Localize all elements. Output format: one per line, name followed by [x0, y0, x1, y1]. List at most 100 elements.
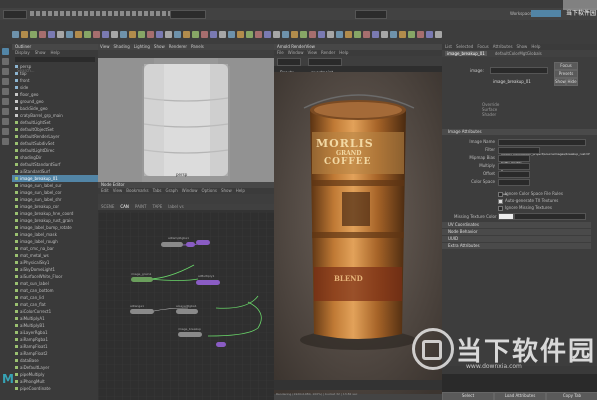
show-button[interactable]: Show [554, 78, 566, 86]
outliner-item[interactable]: mat_sun_label [12, 280, 98, 287]
outliner-item[interactable]: aiDefaultLayer [12, 364, 98, 371]
shelf-tool-icon[interactable] [435, 31, 442, 38]
outliner-item[interactable]: defaultLightSet [12, 119, 98, 126]
outliner-item[interactable]: image_label_rough [12, 238, 98, 245]
outliner-item[interactable]: defaultLightDirec [12, 147, 98, 154]
status-tool-icon[interactable] [60, 11, 64, 16]
outliner-menu-item[interactable]: Show [35, 50, 46, 55]
shelf-tool-icon[interactable] [48, 31, 55, 38]
attribute-field[interactable]: 0 [498, 155, 530, 172]
shelf-tool-icon[interactable] [291, 31, 298, 38]
node-image-breakup[interactable] [178, 332, 202, 337]
shelf-tool-icon[interactable] [309, 31, 316, 38]
outliner-item[interactable]: image_breakup_01 [12, 175, 98, 182]
viewport-menu-item[interactable]: View [100, 44, 110, 49]
zero-pad-field[interactable]: Zero Padge [355, 10, 387, 27]
node-editor-tab[interactable]: SCENE [101, 204, 114, 209]
outliner-item[interactable]: aiColorCorrect1 [12, 308, 98, 315]
node-editor-menu-item[interactable]: Edit [101, 188, 109, 193]
shelf-tool-icon[interactable] [21, 31, 28, 38]
outliner-item[interactable]: backSide_geo [12, 105, 98, 112]
attribute-field[interactable]: Raw [498, 179, 530, 196]
display-dropdown[interactable]: Beauty [277, 58, 301, 75]
attribute-field[interactable]: motion_introduction_project/sourceimages… [498, 139, 590, 156]
node-editor-tab[interactable]: label vs [168, 204, 183, 209]
outliner-menu-item[interactable]: Display [15, 50, 30, 55]
outliner-item[interactable]: image_label_bump_rotate [12, 224, 98, 231]
status-tool-icon[interactable] [84, 11, 88, 16]
viewport-canvas[interactable] [98, 58, 274, 182]
node-multiply[interactable] [196, 280, 220, 285]
shelf-tool-icon[interactable] [228, 31, 235, 38]
shelf-tool-icon[interactable] [102, 31, 109, 38]
outliner-item[interactable]: mat_can_flat [12, 301, 98, 308]
outliner-item[interactable]: persp [12, 63, 98, 70]
shelf-tool-icon[interactable] [165, 31, 172, 38]
shelf-tool-icon[interactable] [327, 31, 334, 38]
shelf-tool-icon[interactable] [183, 31, 190, 38]
viewport-menu-item[interactable]: Lighting [134, 44, 150, 49]
outliner-item[interactable]: pipeCoordinate [12, 385, 98, 392]
outliner-item[interactable]: image_sun_label_cor [12, 189, 98, 196]
shelf-tool-icon[interactable] [138, 31, 145, 38]
status-tool-icon[interactable] [36, 11, 40, 16]
attribute-editor-menu-item[interactable]: List [445, 44, 452, 49]
status-tool-icon[interactable] [144, 11, 148, 16]
viewport-panel[interactable]: ViewShadingLightingShowRendererPanels 19… [98, 44, 274, 182]
status-tool-icon[interactable] [90, 11, 94, 16]
collapsed-section[interactable]: Node Behavior [442, 229, 591, 235]
outliner-item[interactable]: image_breakup_rust_grain [12, 217, 98, 224]
bottom-button[interactable]: Copy Tab [546, 392, 597, 400]
shelf-tool-icon[interactable] [57, 31, 64, 38]
node-editor-tab[interactable]: CAN [120, 204, 129, 209]
attribute-editor-menu-item[interactable]: Help [531, 44, 540, 49]
node-editor-menu-item[interactable]: Window [182, 188, 198, 193]
outliner-item[interactable]: aiMultiplyB1 [12, 322, 98, 329]
outliner-item[interactable]: aiRampFloat2 [12, 350, 98, 357]
camera-dropdown[interactable]: sweetpoint [308, 58, 342, 75]
shelf-tool-icon[interactable] [336, 31, 343, 38]
image-attributes-section[interactable]: Image Attributes [442, 129, 597, 135]
status-tool-icon[interactable] [30, 11, 34, 16]
attribute-editor-menu-item[interactable]: Attributes [493, 44, 513, 49]
outliner-item[interactable]: side [12, 84, 98, 91]
shelf-tool-icon[interactable] [120, 31, 127, 38]
attribute-editor-menu-item[interactable]: Show [517, 44, 528, 49]
render-view-menu-item[interactable]: File [277, 50, 284, 55]
tool-icon[interactable] [2, 138, 9, 145]
shelf-tool-icon[interactable] [12, 31, 19, 38]
outliner-item[interactable]: aiPhongMult [12, 378, 98, 385]
outliner-item[interactable]: image_label_mask [12, 231, 98, 238]
node-editor-menu-item[interactable]: View [113, 188, 123, 193]
hide-button[interactable]: Hide [566, 78, 578, 86]
outliner-item[interactable]: dataBase [12, 357, 98, 364]
outliner-search-input[interactable]: Search... [15, 57, 95, 73]
status-tool-icon[interactable] [78, 11, 82, 16]
missing-color-slider[interactable] [514, 213, 586, 220]
collapsed-section[interactable]: Extra Attributes [442, 243, 591, 249]
node-editor-menu-item[interactable]: Help [236, 188, 245, 193]
tool-icon[interactable] [2, 58, 9, 65]
checkbox-row[interactable]: Ignore Color Space File Rules [498, 191, 588, 198]
presets-button[interactable]: Presets [554, 70, 578, 78]
shelf-tool-icon[interactable] [390, 31, 397, 38]
outliner-item[interactable]: mat_can_bottom [12, 287, 98, 294]
shelf-tool-icon[interactable] [273, 31, 280, 38]
focus-button[interactable]: Focus [554, 62, 578, 70]
shelf-tool-icon[interactable] [408, 31, 415, 38]
outliner-menu-item[interactable]: Help [51, 50, 60, 55]
node-ramp-rgba[interactable] [161, 242, 183, 247]
render-view-menu-item[interactable]: View [307, 50, 317, 55]
bottom-button[interactable]: Select [442, 392, 494, 400]
shelf-tool-icon[interactable] [30, 31, 37, 38]
checkbox[interactable] [498, 206, 503, 211]
tool-icon[interactable] [2, 88, 9, 95]
shelf-tool-icon[interactable] [255, 31, 262, 38]
status-tool-icon[interactable] [42, 11, 46, 16]
attribute-field[interactable] [498, 171, 530, 178]
outliner-item[interactable]: defaultRenderLayer [12, 133, 98, 140]
node-purple[interactable] [196, 240, 210, 245]
viewport-menu-item[interactable]: Renderer [169, 44, 187, 49]
node-editor-tab[interactable]: TAPE [152, 204, 162, 209]
notes-area[interactable] [442, 374, 597, 392]
